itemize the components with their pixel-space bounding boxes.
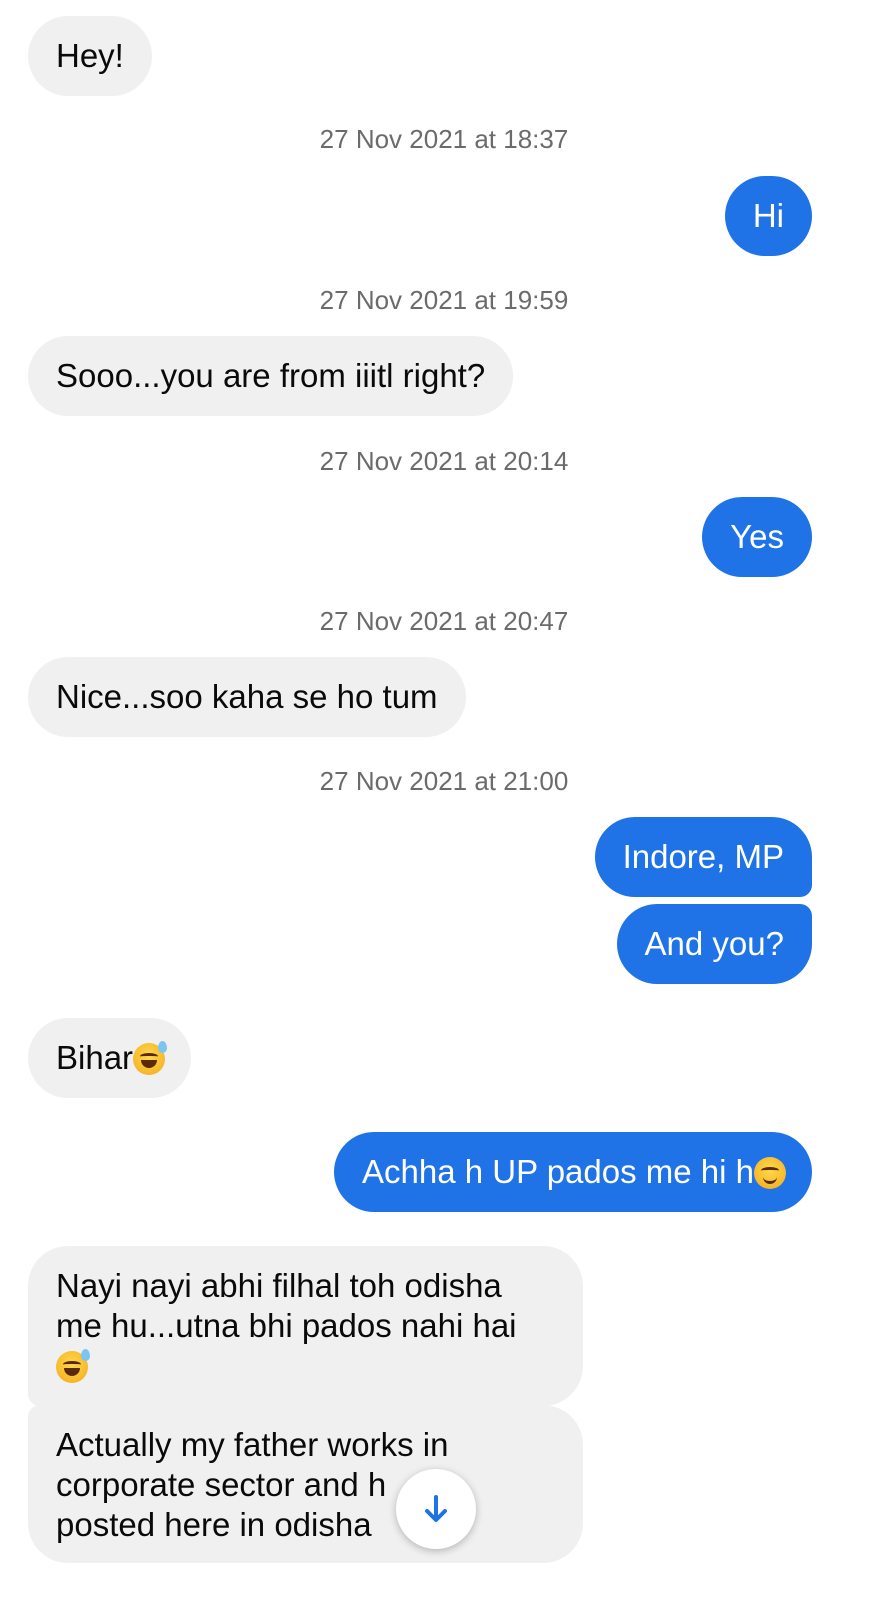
message-incoming[interactable]: Bihar bbox=[28, 1018, 192, 1098]
message-incoming[interactable]: Sooo...you are from iiitl right? bbox=[28, 336, 514, 416]
grinning-sweat-emoji bbox=[133, 1041, 168, 1075]
message-incoming[interactable]: Nayi nayi abhi filhal toh odisha me hu..… bbox=[28, 1246, 583, 1406]
message-text: Nice...soo kaha se ho tum bbox=[56, 678, 438, 715]
message-text: Hi bbox=[752, 197, 784, 234]
message-text: Bihar bbox=[56, 1039, 134, 1076]
message-text: Actually my father works in corporate se… bbox=[56, 1426, 449, 1503]
timestamp: 27 Nov 2021 at 18:37 bbox=[319, 124, 569, 154]
message-outgoing[interactable]: And you? bbox=[616, 904, 812, 984]
chat-thread: Hey! 27 Nov 2021 at 18:37 Hi 27 Nov 2021… bbox=[0, 0, 888, 1599]
message-incoming[interactable]: Actually my father works in corporate se… bbox=[28, 1405, 583, 1563]
message-outgoing[interactable]: Yes bbox=[702, 497, 812, 577]
message-text: posted here in odisha bbox=[56, 1506, 372, 1543]
grinning-sweat-emoji bbox=[56, 1349, 90, 1383]
arrow-down-icon bbox=[425, 1495, 447, 1522]
message-outgoing[interactable]: Indore, MP bbox=[594, 817, 812, 897]
message-text: Yes bbox=[730, 518, 784, 555]
relieved-face-emoji bbox=[754, 1157, 786, 1189]
message-text: Nayi nayi abhi filhal toh odisha me hu..… bbox=[56, 1267, 517, 1344]
message-text: Indore, MP bbox=[622, 838, 784, 875]
timestamp: 27 Nov 2021 at 21:00 bbox=[319, 766, 569, 796]
timestamp: 27 Nov 2021 at 20:14 bbox=[319, 446, 569, 476]
timestamp: 27 Nov 2021 at 20:47 bbox=[319, 606, 569, 636]
message-incoming[interactable]: Nice...soo kaha se ho tum bbox=[28, 657, 466, 737]
message-text: And you? bbox=[644, 925, 784, 962]
timestamp: 27 Nov 2021 at 19:59 bbox=[319, 285, 569, 315]
message-text: Achha h UP pados me hi h bbox=[362, 1153, 754, 1190]
message-outgoing[interactable]: Hi bbox=[724, 176, 812, 256]
message-outgoing[interactable]: Achha h UP pados me hi h bbox=[334, 1132, 812, 1212]
message-text: Hey! bbox=[56, 37, 124, 74]
message-incoming[interactable]: Hey! bbox=[28, 16, 152, 96]
scroll-to-bottom-button[interactable] bbox=[396, 1469, 476, 1549]
message-text: Sooo...you are from iiitl right? bbox=[56, 357, 486, 394]
